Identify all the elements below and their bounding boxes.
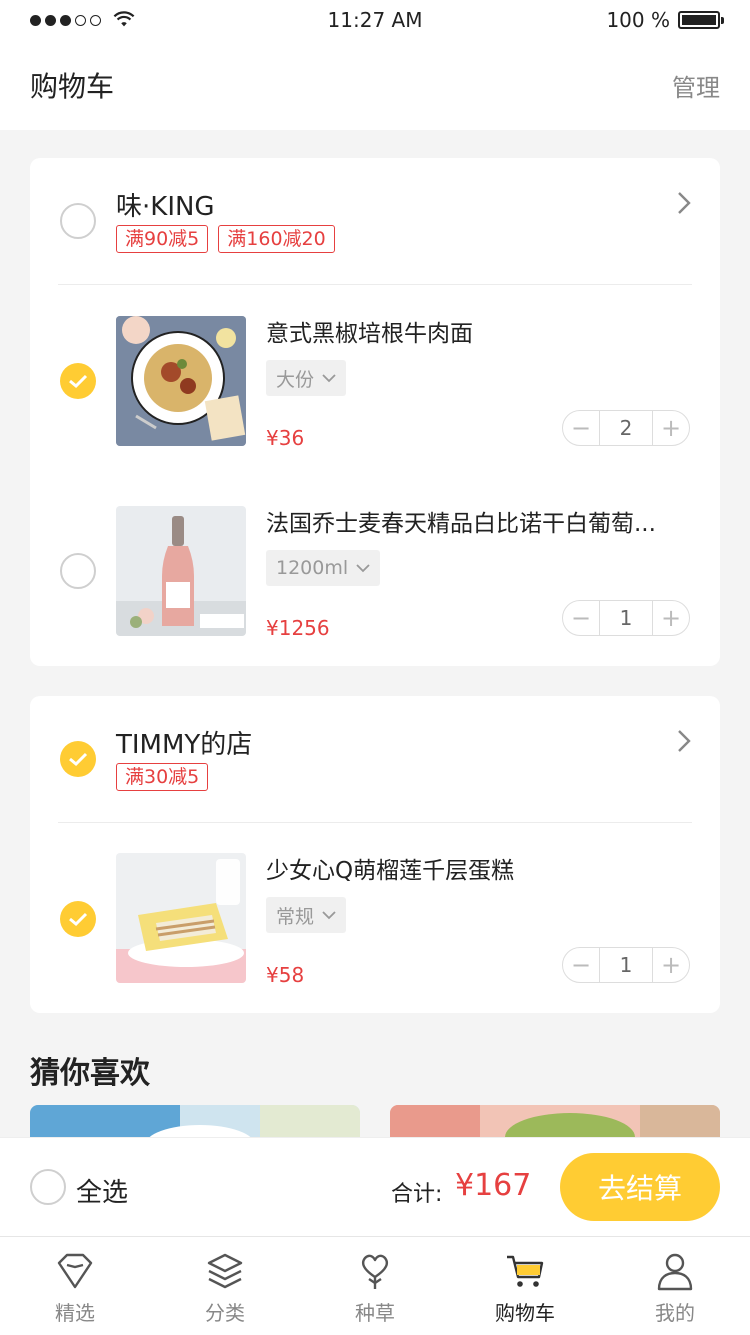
select-all-label[interactable]: 全选 xyxy=(76,1172,128,1209)
shop-name[interactable]: 味·KING xyxy=(116,186,215,223)
tab-label: 我的 xyxy=(655,1301,695,1325)
spec-label: 1200ml xyxy=(276,557,349,579)
quantity-value[interactable]: 2 xyxy=(599,411,653,445)
tab-featured[interactable]: 精选 xyxy=(0,1237,150,1335)
promo-tags: 满90减5 满160减20 xyxy=(116,225,335,253)
manage-button[interactable]: 管理 xyxy=(672,68,720,103)
spec-selector[interactable]: 大份 xyxy=(266,360,347,396)
chevron-down-icon xyxy=(322,374,336,383)
product-price: ¥36 xyxy=(266,426,305,450)
diamond-icon xyxy=(57,1253,93,1289)
spec-selector[interactable]: 常规 xyxy=(266,897,347,933)
quantity-value[interactable]: 1 xyxy=(599,601,653,635)
battery-icon xyxy=(678,11,724,29)
product-name[interactable]: 意式黑椒培根牛肉面 xyxy=(266,314,706,348)
signal-strength xyxy=(30,11,135,29)
tab-me[interactable]: 我的 xyxy=(600,1237,750,1335)
product-image[interactable] xyxy=(116,853,246,983)
cart-icon xyxy=(507,1255,544,1287)
total-price: ¥167 xyxy=(455,1168,532,1203)
item-checkbox[interactable] xyxy=(60,553,96,589)
check-icon xyxy=(69,374,88,389)
quantity-stepper: − 1 + xyxy=(562,947,690,983)
promo-tag: 满90减5 xyxy=(116,225,209,253)
product-image[interactable] xyxy=(116,316,246,446)
pasta-image xyxy=(116,316,246,446)
chevron-right-icon[interactable] xyxy=(676,190,692,216)
status-bar: 11:27 AM 100 % xyxy=(0,0,750,40)
wine-image xyxy=(116,506,246,636)
check-icon xyxy=(69,912,88,927)
shop-card: TIMMY的店 满30减5 少女心Q萌榴莲千层蛋糕 常规 ¥58 − 1 + xyxy=(30,696,720,1013)
shop-card: 味·KING 满90减5 满160减20 意式黑椒培根牛肉面 大份 ¥36 − … xyxy=(30,158,720,666)
recommend-title: 猜你喜欢 xyxy=(30,1056,150,1091)
product-price: ¥1256 xyxy=(266,616,330,640)
page-title: 购物车 xyxy=(30,70,115,103)
decrease-button[interactable]: − xyxy=(563,601,599,635)
layers-icon xyxy=(207,1253,243,1289)
spec-label: 大份 xyxy=(276,368,315,391)
page-header: 购物车 管理 xyxy=(0,40,750,130)
heart-plant-icon xyxy=(361,1254,389,1289)
spec-selector[interactable]: 1200ml xyxy=(266,550,381,586)
check-icon xyxy=(69,752,88,767)
product-price: ¥58 xyxy=(266,963,305,987)
shop-checkbox[interactable] xyxy=(60,741,96,777)
quantity-value[interactable]: 1 xyxy=(599,948,653,982)
tab-cart[interactable]: 购物车 xyxy=(450,1237,600,1335)
select-all-checkbox[interactable] xyxy=(30,1169,66,1205)
promo-tag: 满30减5 xyxy=(116,763,209,791)
user-icon xyxy=(657,1253,693,1291)
increase-button[interactable]: + xyxy=(653,948,689,982)
chevron-down-icon xyxy=(322,911,336,920)
shop-name[interactable]: TIMMY的店 xyxy=(116,724,252,761)
tab-label: 购物车 xyxy=(495,1301,555,1325)
checkout-button[interactable]: 去结算 xyxy=(560,1153,720,1221)
cake-image xyxy=(116,853,246,983)
quantity-stepper: − 2 + xyxy=(562,410,690,446)
decrease-button[interactable]: − xyxy=(563,948,599,982)
item-checkbox[interactable] xyxy=(60,363,96,399)
quantity-stepper: − 1 + xyxy=(562,600,690,636)
spec-label: 常规 xyxy=(276,905,315,928)
divider xyxy=(58,822,692,823)
product-image[interactable] xyxy=(116,506,246,636)
tab-category[interactable]: 分类 xyxy=(150,1237,300,1335)
shop-checkbox[interactable] xyxy=(60,203,96,239)
product-name[interactable]: 少女心Q萌榴莲千层蛋糕 xyxy=(266,851,706,885)
decrease-button[interactable]: − xyxy=(563,411,599,445)
chevron-right-icon[interactable] xyxy=(676,728,692,754)
divider xyxy=(58,284,692,285)
checkout-bar: 全选 合计: ¥167 去结算 xyxy=(0,1138,750,1236)
wifi-icon xyxy=(113,11,135,27)
tab-bar: 精选 分类 种草 购物车 我的 xyxy=(0,1236,750,1335)
total-label: 合计: xyxy=(391,1182,443,1207)
item-checkbox[interactable] xyxy=(60,901,96,937)
battery-percent: 100 % xyxy=(606,8,670,32)
product-name[interactable]: 法国乔士麦春天精品白比诺干白葡萄... xyxy=(266,504,706,538)
tab-seeding[interactable]: 种草 xyxy=(300,1237,450,1335)
increase-button[interactable]: + xyxy=(653,601,689,635)
chevron-down-icon xyxy=(356,564,370,573)
promo-tag: 满160减20 xyxy=(218,225,335,253)
tab-label: 种草 xyxy=(355,1301,395,1325)
tab-label: 分类 xyxy=(205,1301,245,1325)
increase-button[interactable]: + xyxy=(653,411,689,445)
promo-tags: 满30减5 xyxy=(116,763,209,791)
tab-label: 精选 xyxy=(55,1301,95,1325)
